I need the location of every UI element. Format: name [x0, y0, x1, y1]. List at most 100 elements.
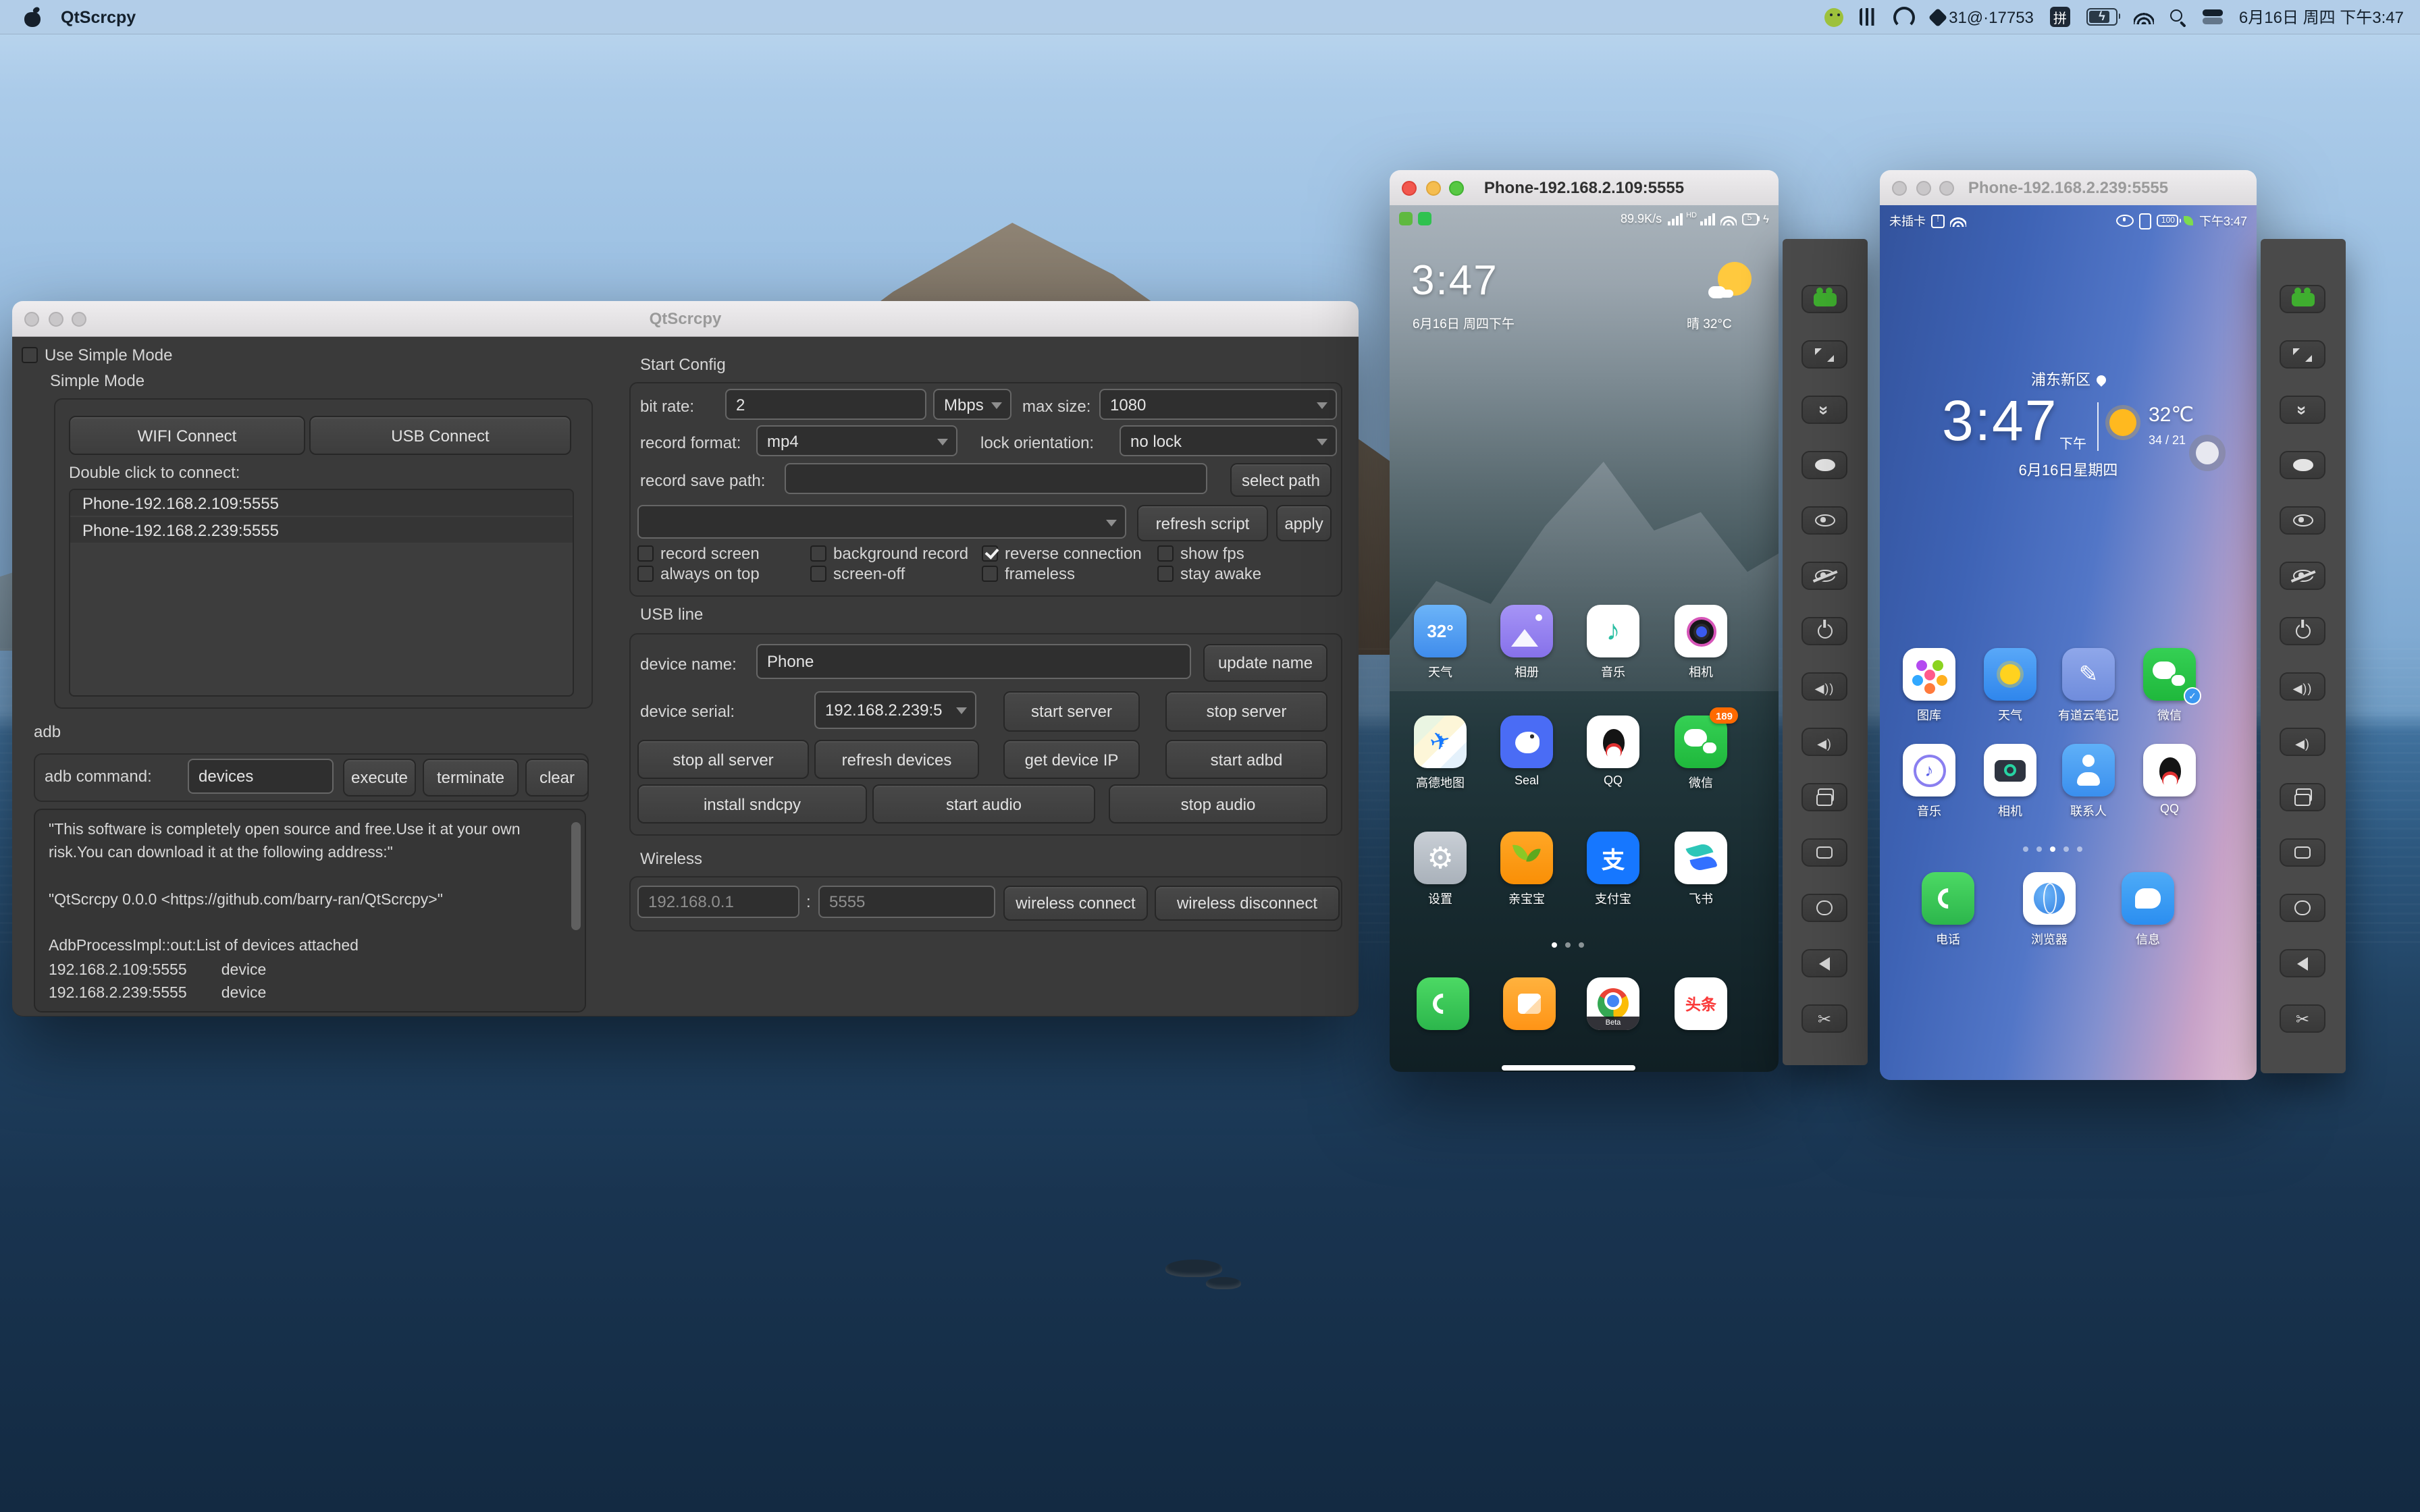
screenshot-button[interactable]	[1801, 451, 1847, 479]
assistive-ball[interactable]	[2189, 435, 2226, 471]
dock-browser[interactable]: 浏览器	[2023, 872, 2076, 946]
app-feishu[interactable]: 飞书	[1675, 832, 1727, 906]
dock-messages[interactable]	[1503, 977, 1556, 1030]
browser-app-icon[interactable]	[2023, 872, 2076, 925]
reverse-connection-checkbox[interactable]: reverse connection	[982, 544, 1142, 563]
fullscreen-button[interactable]	[2280, 340, 2325, 369]
network-speed-item[interactable]: 31@·17753	[1928, 7, 2034, 27]
adb-log-output[interactable]: "This software is completely open source…	[34, 809, 586, 1013]
terminate-button[interactable]: terminate	[423, 759, 519, 796]
stop-audio-button[interactable]: stop audio	[1109, 784, 1327, 824]
close-button[interactable]	[1402, 180, 1417, 195]
phone1-screen[interactable]: 89.9K/s HD 5 ϟ 3:47 6月16日 周四下午 晴 32°C 32…	[1390, 205, 1779, 1072]
volume-up-button[interactable]	[1801, 672, 1847, 701]
screen-off-button[interactable]	[2280, 562, 2325, 590]
lock-orientation-dropdown[interactable]: no lock	[1120, 425, 1337, 456]
dock-toutiao[interactable]: 头条	[1675, 977, 1727, 1030]
messages-app-icon[interactable]	[2122, 872, 2174, 925]
apple-menu-icon[interactable]	[24, 7, 41, 26]
back-button[interactable]	[2280, 949, 2325, 977]
close-button[interactable]	[24, 311, 39, 326]
volume-down-button[interactable]	[2280, 728, 2325, 756]
app-youdao-note[interactable]: 有道云笔记	[2058, 648, 2119, 722]
screenshot-cut-button[interactable]	[2280, 1004, 2325, 1033]
qq-app-icon[interactable]	[1587, 716, 1639, 768]
frameless-checkbox[interactable]: frameless	[982, 564, 1075, 583]
alipay-app-icon[interactable]: 支	[1587, 832, 1639, 884]
app-camera[interactable]: 相机	[1675, 605, 1727, 679]
back-button[interactable]	[1801, 949, 1847, 977]
phone2-titlebar[interactable]: Phone-192.168.2.239:5555	[1880, 170, 2257, 205]
always-on-top-checkbox[interactable]: always on top	[637, 564, 760, 583]
start-adbd-button[interactable]: start adbd	[1165, 740, 1327, 779]
app-qq[interactable]: QQ	[2143, 744, 2196, 815]
wireless-port-input[interactable]: 5555	[818, 886, 995, 918]
wifi-connect-button[interactable]: WIFI Connect	[69, 416, 305, 455]
device-serial-dropdown[interactable]: 192.168.2.239:5	[814, 691, 976, 729]
install-sndcpy-button[interactable]: install sndcpy	[637, 784, 867, 824]
amap-app-icon[interactable]	[1414, 716, 1467, 768]
dock-chrome-beta[interactable]: Beta	[1587, 977, 1639, 1030]
fullscreen-button[interactable]	[1801, 340, 1847, 369]
show-fps-checkbox[interactable]: show fps	[1157, 544, 1244, 563]
battery-icon[interactable]: ϟ	[2086, 8, 2121, 26]
device-list-item[interactable]: Phone-192.168.2.239:5555	[70, 517, 573, 544]
phone2-screen[interactable]: 未插卡 ! 100 下午3:47 浦东新区 3:47 下午 32℃ 34 / 2…	[1880, 205, 2257, 1080]
qinbaobao-app-icon[interactable]	[1500, 832, 1553, 884]
zoom-button[interactable]	[1939, 180, 1954, 195]
stop-all-server-button[interactable]: stop all server	[637, 740, 809, 779]
minimize-button[interactable]	[1425, 180, 1440, 195]
control-center-icon[interactable]	[2202, 9, 2223, 24]
minimize-button[interactable]	[1916, 180, 1930, 195]
stop-server-button[interactable]: stop server	[1165, 691, 1327, 732]
menu-app-name[interactable]: QtScrcpy	[61, 7, 136, 26]
wifi-icon[interactable]	[2133, 9, 2154, 24]
menu-button[interactable]	[1801, 838, 1847, 867]
dock-messages[interactable]: 信息	[2122, 872, 2174, 946]
zoom-button[interactable]	[1449, 180, 1464, 195]
start-server-button[interactable]: start server	[1003, 691, 1140, 732]
refresh-script-button[interactable]: refresh script	[1137, 505, 1268, 541]
messages-app-icon[interactable]	[1503, 977, 1556, 1030]
zoom-button[interactable]	[72, 311, 86, 326]
wechat-app-icon[interactable]: 189	[1675, 707, 1738, 768]
wireless-ip-input[interactable]: 192.168.0.1	[637, 886, 799, 918]
power-button[interactable]	[1801, 617, 1847, 645]
music-app-icon[interactable]	[1587, 605, 1639, 657]
feishu-app-icon[interactable]	[1675, 832, 1727, 884]
app-switch-button[interactable]	[1801, 783, 1847, 811]
settings-app-icon[interactable]	[1414, 832, 1467, 884]
screenshot-cut-button[interactable]	[1801, 1004, 1847, 1033]
app-qinbaobao[interactable]: 亲宝宝	[1500, 832, 1553, 906]
audio-bars-icon[interactable]	[1860, 8, 1878, 26]
gallery-app-icon[interactable]	[1903, 648, 1955, 701]
app-alipay[interactable]: 支支付宝	[1587, 832, 1639, 906]
get-device-ip-button[interactable]: get device IP	[1003, 740, 1140, 779]
app-switch-button[interactable]	[2280, 783, 2325, 811]
youdao-note-app-icon[interactable]	[2062, 648, 2115, 701]
collapse-button[interactable]	[1801, 396, 1847, 424]
chrome-app-icon[interactable]: Beta	[1587, 977, 1639, 1030]
music-app-icon[interactable]	[1903, 744, 1955, 796]
phone-app-icon[interactable]	[1922, 872, 1974, 925]
collapse-button[interactable]	[2280, 396, 2325, 424]
qtscrcpy-titlebar[interactable]: QtScrcpy	[12, 301, 1359, 336]
app-amap[interactable]: 高德地图	[1414, 716, 1467, 790]
start-audio-button[interactable]: start audio	[872, 784, 1095, 824]
wechat-app-icon[interactable]: ✓	[2143, 648, 2201, 705]
camera-app-icon[interactable]	[1675, 605, 1727, 657]
gallery-app-icon[interactable]	[1500, 605, 1553, 657]
wireless-disconnect-button[interactable]: wireless disconnect	[1155, 886, 1340, 921]
record-save-path-input[interactable]	[785, 463, 1207, 494]
weather-app-icon[interactable]	[1984, 648, 2036, 701]
dock-phone[interactable]: 电话	[1922, 872, 1974, 946]
bit-rate-input[interactable]: 2	[725, 389, 926, 420]
group-control-button[interactable]	[1801, 285, 1847, 313]
max-size-dropdown[interactable]: 1080	[1099, 389, 1337, 420]
app-seal[interactable]: Seal	[1500, 716, 1553, 787]
toutiao-app-icon[interactable]: 头条	[1675, 977, 1727, 1030]
power-button[interactable]	[2280, 617, 2325, 645]
dock-phone[interactable]	[1417, 977, 1469, 1030]
menu-button[interactable]	[2280, 838, 2325, 867]
app-qq[interactable]: QQ	[1587, 716, 1639, 787]
